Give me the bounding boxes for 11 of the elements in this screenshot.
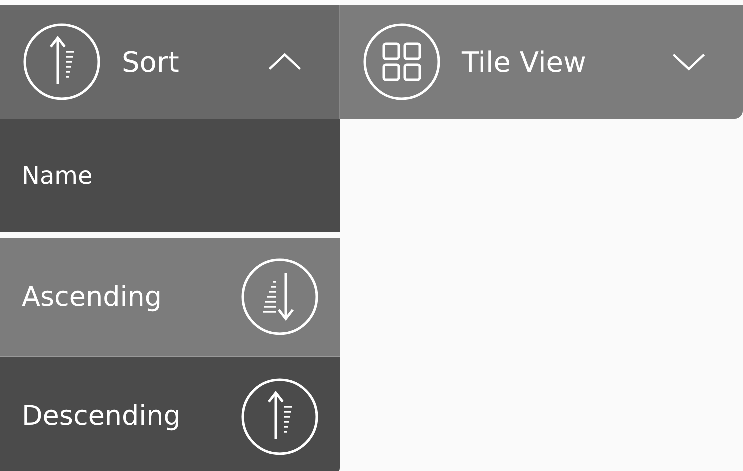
descending-option[interactable]: Descending [0,357,340,471]
ascending-option[interactable]: Ascending [0,238,340,357]
sort-icon [22,22,102,102]
sort-descending-icon [240,376,320,456]
sort-ascending-icon [240,257,320,337]
sort-button[interactable]: Sort [0,5,340,119]
grid-icon [362,22,442,102]
chevron-up-icon [267,51,303,73]
view-button[interactable]: Tile View [340,5,743,119]
chevron-down-icon [671,51,707,73]
sort-field-item[interactable]: Name [0,119,340,232]
